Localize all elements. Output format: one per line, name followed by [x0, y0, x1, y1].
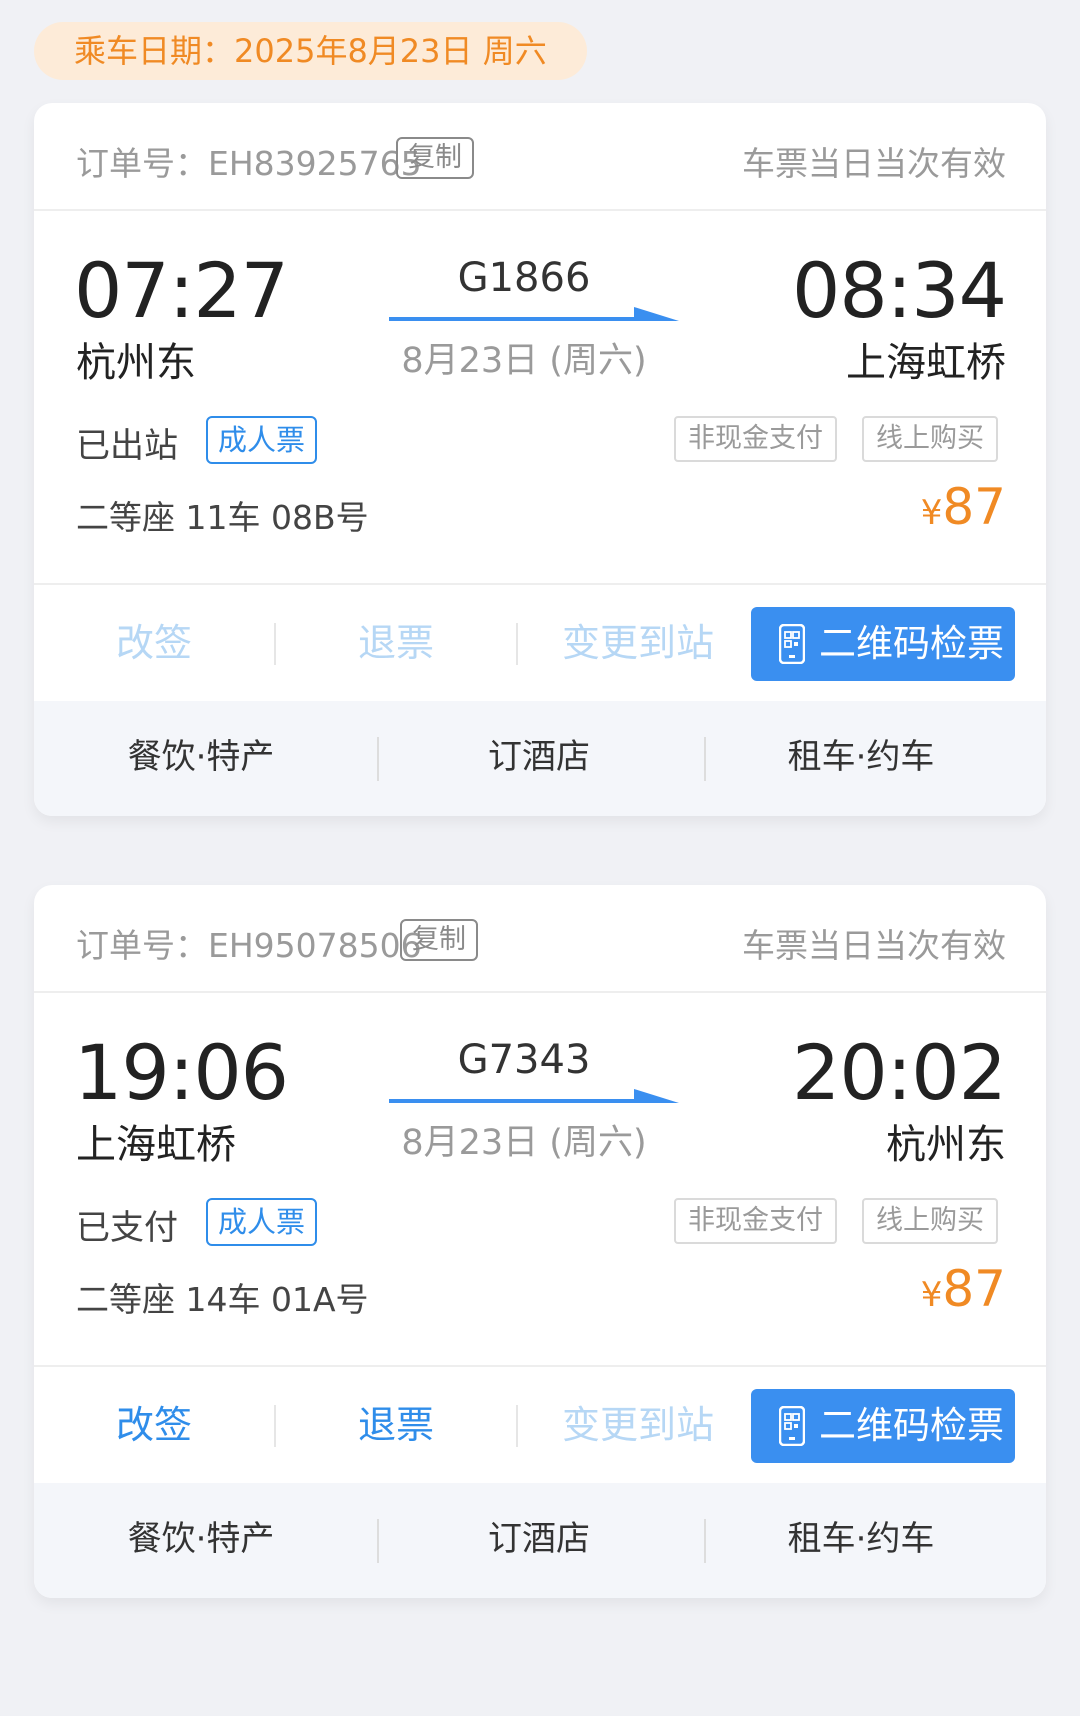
seat-info: 二等座 11车 08B号: [76, 498, 369, 537]
service-dining[interactable]: 餐饮·特产: [36, 732, 366, 782]
service-car[interactable]: 租车·约车: [696, 1514, 1026, 1564]
price-currency: ¥: [920, 1275, 943, 1315]
departure-station: 上海虹桥: [76, 1122, 236, 1168]
order-number: 订单号：EH83925765: [76, 144, 422, 183]
price-currency: ¥: [920, 493, 943, 533]
ticket-price: ¥87: [921, 478, 1006, 536]
copy-order-button[interactable]: 复制: [396, 137, 474, 179]
action-bar: 改签 退票 变更到站 二维码检票: [34, 583, 1046, 701]
arrival-station: 杭州东: [886, 1122, 1006, 1168]
order-header: 订单号：EH83925765 复制 车票当日当次有效: [34, 103, 1046, 211]
service-dining[interactable]: 餐饮·特产: [36, 1514, 366, 1564]
validity-note: 车票当日当次有效: [742, 926, 1006, 965]
departure-time: 19:06: [74, 1028, 289, 1117]
arrival-station: 上海虹桥: [846, 340, 1006, 386]
validity-note: 车票当日当次有效: [742, 144, 1006, 183]
refund-button[interactable]: 退票: [276, 1399, 516, 1451]
arrival-time: 08:34: [791, 246, 1007, 335]
ticket-status: 已支付: [76, 1208, 178, 1248]
service-car[interactable]: 租车·约车: [696, 732, 1026, 782]
price-amount: 87: [942, 478, 1006, 536]
order-header: 订单号：EH95078506 复制 车票当日当次有效: [34, 885, 1046, 993]
train-number: G7343: [457, 1037, 591, 1083]
ticket-status: 已出站: [76, 426, 178, 466]
departure-station: 杭州东: [76, 340, 196, 386]
purchase-tag: 线上购买: [862, 416, 998, 462]
copy-order-button[interactable]: 复制: [400, 919, 478, 961]
action-bar: 改签 退票 变更到站 二维码检票: [34, 1365, 1046, 1483]
ticket-card: 订单号：EH83925765 复制 车票当日当次有效 07:27 杭州东 G18…: [34, 103, 1046, 816]
train-number: G1866: [457, 255, 591, 301]
order-number: 订单号：EH95078506: [76, 926, 422, 965]
service-bar: 餐饮·特产 订酒店 租车·约车: [34, 1483, 1046, 1598]
purchase-tag: 线上购买: [862, 1198, 998, 1244]
phone-qr-icon: [779, 624, 805, 664]
change-destination-button[interactable]: 变更到站: [518, 617, 758, 669]
change-ticket-button[interactable]: 改签: [34, 1399, 274, 1451]
refund-button[interactable]: 退票: [276, 617, 516, 669]
change-destination-button[interactable]: 变更到站: [518, 1399, 758, 1451]
train-date: 8月23日 (周六): [401, 341, 647, 381]
ticket-type-badge: 成人票: [206, 1198, 318, 1246]
service-hotel[interactable]: 订酒店: [374, 732, 704, 782]
service-hotel[interactable]: 订酒店: [374, 1514, 704, 1564]
train-date: 8月23日 (周六): [401, 1123, 647, 1163]
ticket-type-badge: 成人票: [206, 416, 318, 464]
ticket-card: 订单号：EH95078506 复制 车票当日当次有效 19:06 上海虹桥 G7…: [34, 885, 1046, 1598]
qr-checkin-button[interactable]: 二维码检票: [751, 1389, 1015, 1463]
direction-arrow-icon: [389, 307, 679, 321]
payment-tag: 非现金支付: [674, 1198, 837, 1244]
ticket-price: ¥87: [921, 1260, 1006, 1318]
direction-arrow-icon: [389, 1089, 679, 1103]
phone-qr-icon: [779, 1406, 805, 1446]
seat-info: 二等座 14车 01A号: [76, 1280, 369, 1319]
travel-date-pill: 乘车日期：2025年8月23日 周六: [34, 22, 587, 80]
qr-checkin-label: 二维码检票: [819, 622, 1004, 665]
change-ticket-button[interactable]: 改签: [34, 617, 274, 669]
qr-checkin-label: 二维码检票: [819, 1404, 1004, 1447]
service-bar: 餐饮·特产 订酒店 租车·约车: [34, 701, 1046, 816]
departure-time: 07:27: [74, 246, 289, 335]
qr-checkin-button[interactable]: 二维码检票: [751, 607, 1015, 681]
payment-tag: 非现金支付: [674, 416, 837, 462]
arrival-time: 20:02: [791, 1028, 1007, 1117]
price-amount: 87: [942, 1260, 1006, 1318]
